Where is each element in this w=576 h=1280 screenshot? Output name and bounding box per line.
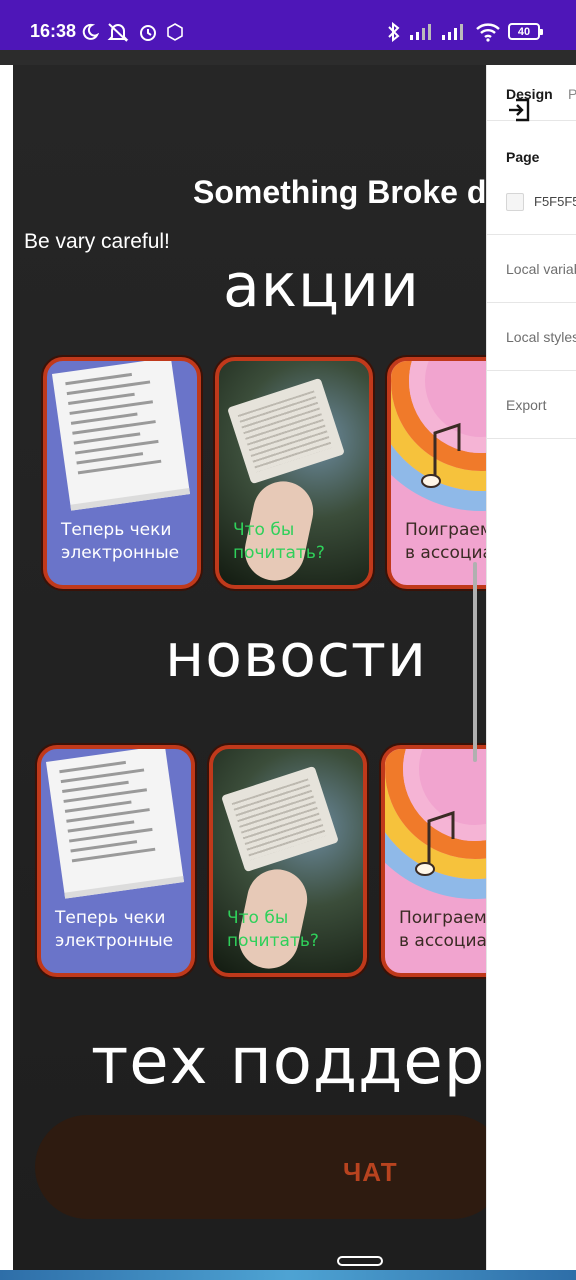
bluetooth-icon <box>386 20 402 44</box>
export-label: Export <box>506 397 547 413</box>
book-image <box>227 377 345 485</box>
chat-button[interactable] <box>35 1115 486 1219</box>
signal-icon-2 <box>440 20 468 44</box>
promo-card-caption-line2: почитать? <box>233 543 325 563</box>
news-title: новости <box>165 621 427 691</box>
moon-icon <box>80 20 100 44</box>
promotions-title: акции <box>223 251 420 321</box>
music-note-icon <box>415 810 455 876</box>
design-panel: Design P Page F5F5F5 Local variables Loc… <box>486 65 576 1280</box>
page-label: Page <box>506 149 540 165</box>
app-frame[interactable]: акции Теперь чеки электронные Что бы поч… <box>13 65 486 1280</box>
hd-icon <box>165 20 185 44</box>
book-image <box>221 765 339 873</box>
bottom-strip <box>0 1270 576 1280</box>
page-section: Page F5F5F5 <box>487 121 576 235</box>
promo-card-caption-line2: электронные <box>61 543 180 563</box>
news-card-caption-line2: в ассоциации <box>399 931 486 951</box>
battery-icon: 40 <box>508 23 543 40</box>
overlay-warning: Be vary careful! <box>24 230 170 253</box>
promo-card-caption-line1: Теперь чеки <box>61 520 172 540</box>
status-bar: 16:38 40 <box>0 0 576 50</box>
promo-card-receipts[interactable]: Теперь чеки электронные <box>43 357 201 589</box>
music-note-icon <box>421 422 461 488</box>
alarm-icon <box>137 20 159 44</box>
news-card-reading[interactable]: Что бы почитать? <box>209 745 367 977</box>
local-styles-section[interactable]: Local styles <box>487 303 576 371</box>
local-styles-label: Local styles <box>506 329 576 345</box>
chat-button-label: ЧАТ <box>343 1157 398 1187</box>
receipt-image <box>51 361 191 511</box>
panel-tabs: Design P <box>487 65 576 123</box>
news-card-caption-line2: электронные <box>55 931 174 951</box>
news-card-caption-line1: Что бы <box>227 908 289 928</box>
receipt-image <box>45 749 185 899</box>
news-card-game[interactable]: Поиграем в ассоциации <box>381 745 486 977</box>
canvas-left-strip <box>0 65 13 1280</box>
promo-card-caption-line1: Поиграем <box>405 520 486 540</box>
canvas-scrollbar[interactable] <box>473 562 477 762</box>
news-card-caption-line2: почитать? <box>227 931 319 951</box>
export-section[interactable]: Export <box>487 371 576 439</box>
promo-card-reading[interactable]: Что бы почитать? <box>215 357 373 589</box>
local-variables-section[interactable]: Local variables <box>487 235 576 303</box>
support-title: тех поддержка <box>91 1025 486 1099</box>
news-card-receipts[interactable]: Теперь чеки электронные <box>37 745 195 977</box>
promo-card-game[interactable]: Поиграем в ассоциации <box>387 357 486 589</box>
promo-card-caption-line1: Что бы <box>233 520 295 540</box>
exit-icon[interactable] <box>506 97 532 123</box>
signal-icon <box>408 20 436 44</box>
local-variables-label: Local variables <box>506 261 576 277</box>
overlay-title: Something Broke done <box>193 174 486 210</box>
status-time: 16:38 <box>30 21 77 41</box>
page-color-swatch[interactable] <box>506 193 524 211</box>
news-card-caption-line1: Поиграем <box>399 908 486 928</box>
mute-icon <box>106 20 130 44</box>
page-color-value[interactable]: F5F5F5 <box>534 194 576 209</box>
news-card-caption-line1: Теперь чеки <box>55 908 166 928</box>
tab-prototype[interactable]: P <box>568 86 576 102</box>
home-handle[interactable] <box>337 1256 383 1266</box>
wifi-icon <box>474 20 502 44</box>
